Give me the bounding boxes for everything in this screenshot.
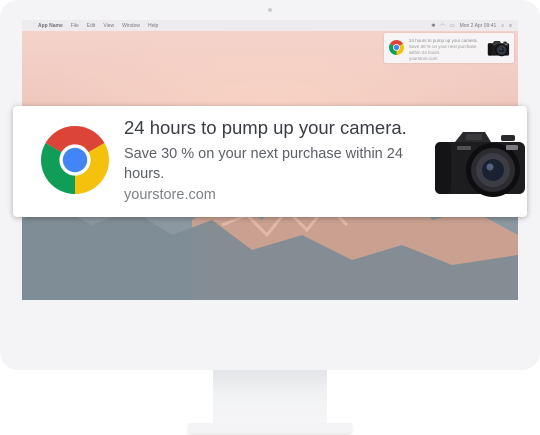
bluetooth-icon[interactable]: ✱	[431, 23, 435, 29]
list-icon[interactable]: ≡	[509, 23, 512, 29]
mini-camera-image	[487, 40, 510, 57]
macos-menu-bar: App Name File Edit View Window Help ✱ ◠ …	[22, 20, 518, 31]
menu-clock[interactable]: Mon 2 Apr 09:41	[460, 23, 497, 29]
battery-icon[interactable]: ▭	[450, 23, 455, 29]
mini-notification-text: 24 hours to pump up your camera. Save 30…	[409, 38, 481, 62]
search-icon[interactable]: ⌕	[501, 23, 504, 29]
notification-site: yourstore.com	[124, 187, 216, 203]
mini-notification[interactable]: 24 hours to pump up your camera. Save 30…	[384, 33, 514, 63]
notification-title: 24 hours to pump up your camera.	[124, 117, 407, 138]
menu-file[interactable]: File	[71, 23, 79, 29]
wifi-icon[interactable]: ◠	[440, 23, 444, 29]
monitor-stand-neck	[213, 370, 327, 426]
menu-view[interactable]: View	[103, 23, 114, 29]
notification-message: Save 30 % on your next purchase within 2…	[124, 146, 403, 182]
monitor-stand-base	[188, 423, 352, 433]
menu-app-name[interactable]: App Name	[38, 23, 63, 29]
mini-notification-site: yourstore.com	[409, 56, 438, 61]
mini-chrome-logo-icon	[389, 40, 404, 55]
camera-image	[433, 128, 527, 200]
mini-notification-message: Save 30 % on your next purchase within 2…	[409, 44, 477, 55]
chrome-logo-icon	[41, 126, 109, 194]
push-notification[interactable]: 24 hours to pump up your camera. Save 30…	[13, 106, 527, 217]
menu-edit[interactable]: Edit	[87, 23, 96, 29]
menu-help[interactable]: Help	[148, 23, 158, 29]
webcam-dot	[268, 8, 272, 12]
menu-window[interactable]: Window	[122, 23, 140, 29]
